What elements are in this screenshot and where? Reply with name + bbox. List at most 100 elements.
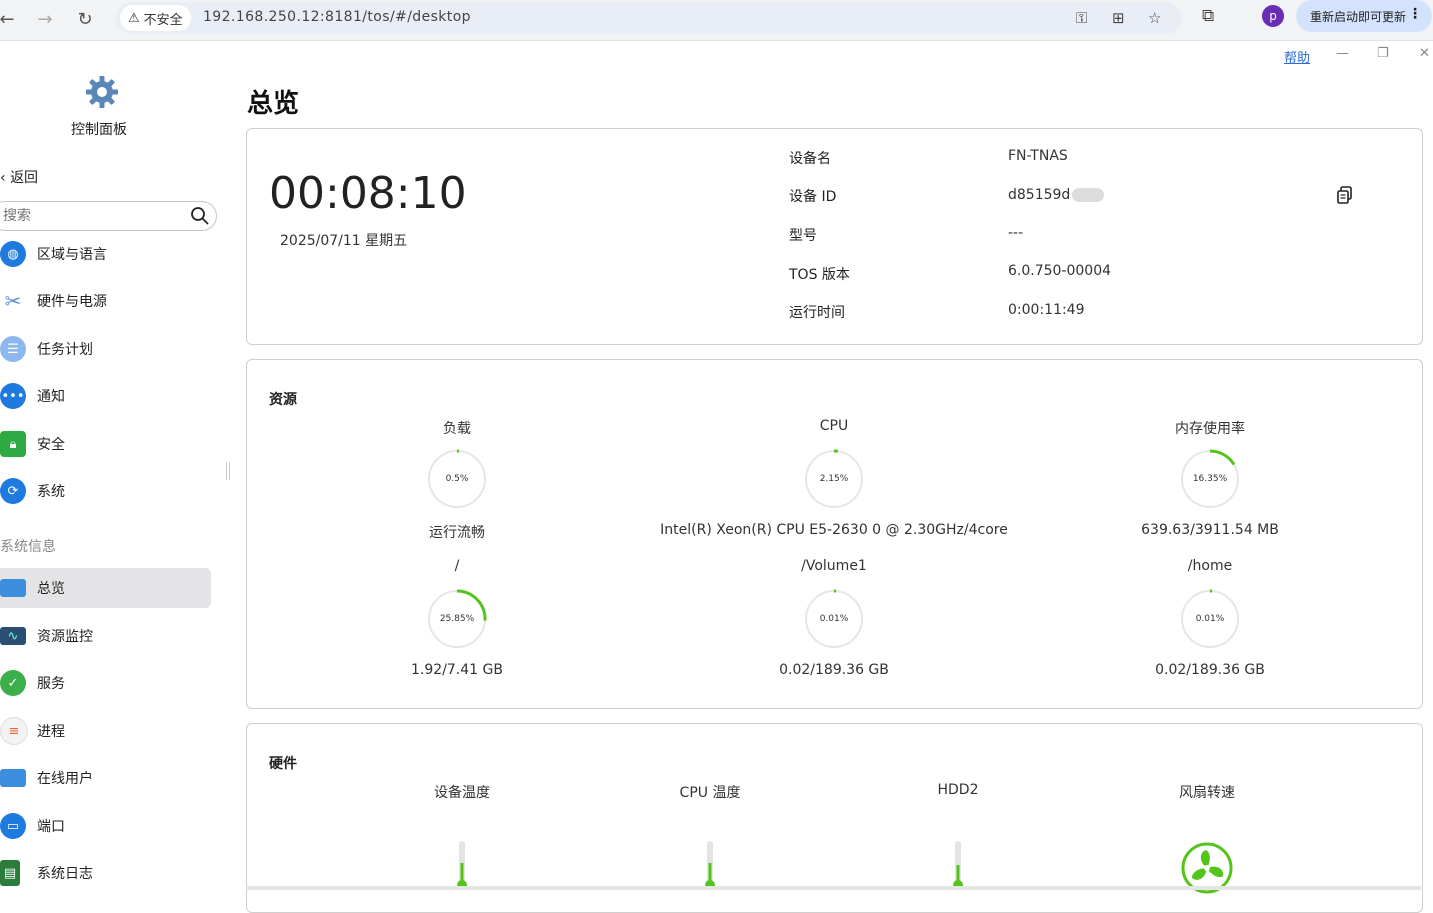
gauge-percent: 25.85%	[439, 614, 475, 624]
sidebar-item-label: 总览	[37, 581, 65, 597]
info-label-device-id: 设备 ID	[789, 189, 837, 205]
sidebar-item-label: 硬件与电源	[37, 294, 107, 310]
url-text[interactable]: 192.168.250.12:8181/tos/#/desktop	[203, 9, 471, 25]
forward-arrow-icon[interactable]: →	[32, 6, 58, 32]
minimize-icon[interactable]: —	[1336, 46, 1349, 61]
gauge-percent: 16.35%	[1192, 474, 1228, 484]
info-value-uptime: 0:00:11:49	[1008, 302, 1085, 318]
info-label-model: 型号	[789, 228, 817, 244]
gauge-percent: 2.15%	[819, 474, 849, 484]
security-chip[interactable]: ⚠ 不安全	[120, 5, 191, 31]
gauge-percent: 0.01%	[819, 614, 849, 624]
back-link[interactable]: ‹ 返回	[0, 167, 38, 187]
search-icon[interactable]	[190, 206, 210, 226]
sidebar-item-label: 区域与语言	[37, 247, 107, 263]
gauge-detail: Intel(R) Xeon(R) CPU E5-2630 0 @ 2.30GHz…	[660, 522, 1008, 538]
restore-icon[interactable]: ❐	[1377, 46, 1389, 61]
extensions-icon[interactable]: ⧉	[1202, 6, 1214, 26]
gauge-detail: 639.63/3911.54 MB	[1141, 522, 1279, 538]
address-bar[interactable]: ⚠ 不安全 192.168.250.12:8181/tos/#/desktop …	[116, 2, 1182, 34]
back-label: 返回	[10, 170, 39, 186]
monitor-info-icon	[0, 579, 26, 597]
gauge-percent: 0.01%	[1195, 614, 1225, 624]
hw-title-device-temp: 设备温度	[434, 785, 490, 801]
resource-section-title: 资源	[269, 392, 297, 408]
device-id-text: d85159d	[1008, 187, 1071, 203]
sidebar-item-label: 系统	[37, 484, 65, 500]
search-input[interactable]	[1, 207, 185, 225]
sidebar-item-system-log[interactable]: ▤ 系统日志	[0, 853, 211, 893]
port-icon: ▭	[0, 813, 26, 839]
sidebar-item-overview[interactable]: 总览	[0, 568, 211, 608]
search-field[interactable]	[0, 201, 217, 231]
sidebar-item-label: 在线用户	[37, 771, 93, 787]
more-menu-icon[interactable]: ⋮	[1408, 6, 1422, 22]
sidebar-item-label: 系统日志	[37, 866, 93, 882]
process-icon: ≡	[0, 717, 28, 745]
scroll-edge	[246, 886, 1423, 890]
resource-monitor-icon: ∿	[0, 627, 26, 645]
sidebar-item-label: 资源监控	[37, 629, 93, 645]
control-panel-gear-icon	[86, 76, 118, 108]
section-label: 系统信息	[0, 539, 56, 555]
sidebar-item-system[interactable]: ⟳ 系统	[0, 471, 211, 511]
gauge-detail: 1.92/7.41 GB	[411, 662, 503, 678]
gauge-detail: 0.02/189.36 GB	[1155, 662, 1265, 678]
hardware-card	[246, 723, 1423, 913]
sidebar-item-label: 进程	[37, 724, 65, 740]
update-button[interactable]: 重新启动即可更新 ⋮	[1296, 0, 1432, 32]
browser-toolbar: ← → ↻ ⚠ 不安全 192.168.250.12:8181/tos/#/de…	[0, 0, 1433, 41]
close-icon[interactable]: ✕	[1419, 46, 1430, 61]
sidebar-resize-handle[interactable]	[226, 462, 230, 480]
thermometer-icon	[457, 841, 467, 890]
reload-icon[interactable]: ↻	[72, 6, 98, 32]
back-arrow-icon[interactable]: ←	[0, 6, 20, 32]
gauge-title: 负载	[443, 421, 471, 437]
help-link[interactable]: 帮助	[1284, 47, 1310, 66]
task-list-icon: ☰	[0, 336, 26, 362]
key-icon[interactable]: ⚿	[1076, 9, 1087, 27]
info-value-model: ---	[1008, 225, 1024, 241]
gauge-detail: 运行流畅	[429, 525, 485, 541]
info-value-tos-version: 6.0.750-00004	[1008, 263, 1112, 279]
hw-title-hdd2: HDD2	[937, 782, 979, 798]
sidebar-item-port[interactable]: ▭ 端口	[0, 806, 211, 846]
sidebar-item-online-users[interactable]: 在线用户	[0, 758, 211, 798]
clock-time: 00:08:10	[269, 168, 467, 219]
system-log-icon: ▤	[0, 860, 20, 886]
gauge-title: 内存使用率	[1175, 421, 1245, 437]
sidebar-item-label: 任务计划	[37, 342, 93, 358]
shield-lock-icon: 🔒︎	[0, 431, 26, 457]
security-label: 不安全	[143, 12, 183, 28]
sidebar-item-notification[interactable]: ••• 通知	[0, 376, 211, 416]
copy-icon[interactable]	[1337, 186, 1353, 204]
warning-icon: ⚠	[128, 10, 140, 26]
clock-date: 2025/07/11 星期五	[280, 233, 408, 249]
info-label-uptime: 运行时间	[789, 305, 845, 321]
update-label: 重新启动即可更新	[1310, 9, 1407, 24]
service-check-icon: ✓	[0, 670, 26, 696]
gauge-title: CPU	[819, 418, 849, 434]
info-value-device-id: d85159d	[1008, 187, 1105, 203]
star-icon[interactable]: ☆	[1148, 9, 1161, 27]
sidebar-item-hardware-power[interactable]: ✂ 硬件与电源	[0, 281, 211, 321]
redacted-blur	[1072, 188, 1105, 202]
sidebar-item-process[interactable]: ≡ 进程	[0, 711, 211, 751]
info-label-tos-version: TOS 版本	[789, 267, 850, 283]
sidebar-item-resource-monitor[interactable]: ∿ 资源监控	[0, 616, 211, 656]
sidebar-item-service[interactable]: ✓ 服务	[0, 663, 211, 703]
tools-icon: ✂	[4, 289, 22, 313]
app-title: 控制面板	[71, 122, 127, 138]
translate-icon[interactable]: ⊞	[1112, 9, 1125, 27]
gauge-detail: 0.02/189.36 GB	[779, 662, 889, 678]
sidebar-item-region-language[interactable]: ◍ 区域与语言	[0, 234, 211, 274]
sidebar-item-security[interactable]: 🔒︎ 安全	[0, 424, 211, 464]
thermometer-icon	[953, 841, 963, 890]
sidebar-item-task-schedule[interactable]: ☰ 任务计划	[0, 329, 211, 369]
globe-icon: ◍	[0, 241, 26, 267]
gauge-title: /	[454, 558, 460, 574]
chevron-left-icon: ‹	[0, 170, 6, 186]
chat-bubble-icon: •••	[0, 383, 26, 409]
sidebar-item-label: 通知	[37, 389, 65, 405]
avatar[interactable]: p	[1262, 5, 1284, 27]
